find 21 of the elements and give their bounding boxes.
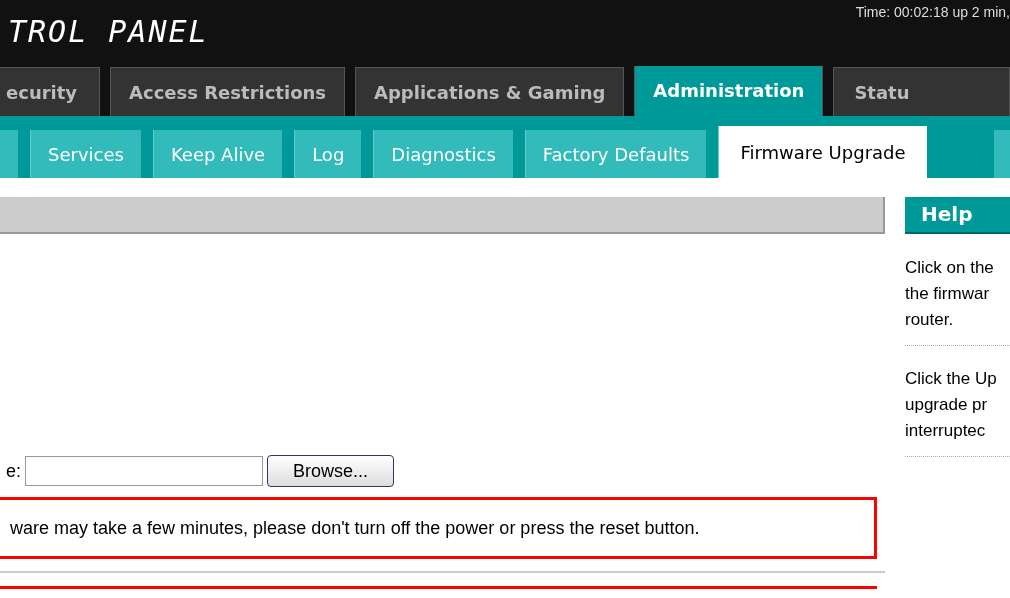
help-text: router. — [905, 309, 955, 331]
partial-sub-tab[interactable] — [0, 130, 18, 178]
help-header: Help — [905, 197, 1010, 234]
help-text: the firmwar — [905, 283, 991, 305]
nav-tab[interactable]: Applications & Gaming — [355, 67, 625, 116]
control-panel-title: TROL PANEL — [7, 13, 209, 51]
browse-button[interactable]: Browse... — [267, 455, 394, 487]
help-text: interruptec — [905, 420, 987, 442]
uptime-text: Time: 00:02:18 up 2 min, — [855, 3, 1010, 22]
nav-tab[interactable]: Statu — [833, 67, 1010, 116]
sub-tab[interactable]: Firmware Upgrade — [718, 126, 927, 178]
partial-sub-tab[interactable] — [994, 130, 1010, 178]
warning-text: ware may take a few minutes, please don't turn off the power or press the reset button. — [10, 517, 700, 539]
nav-tab[interactable]: Administration — [634, 64, 824, 116]
file-label: e: — [6, 460, 21, 482]
help-text: Click on the — [905, 257, 995, 279]
help-text: upgrade pr — [905, 394, 989, 416]
nav-tab[interactable]: Access Restrictions — [110, 67, 346, 116]
file-path-field[interactable] — [25, 456, 263, 486]
help-text: Click the Up — [905, 368, 998, 390]
nav-tab[interactable]: ecurity — [0, 67, 101, 116]
